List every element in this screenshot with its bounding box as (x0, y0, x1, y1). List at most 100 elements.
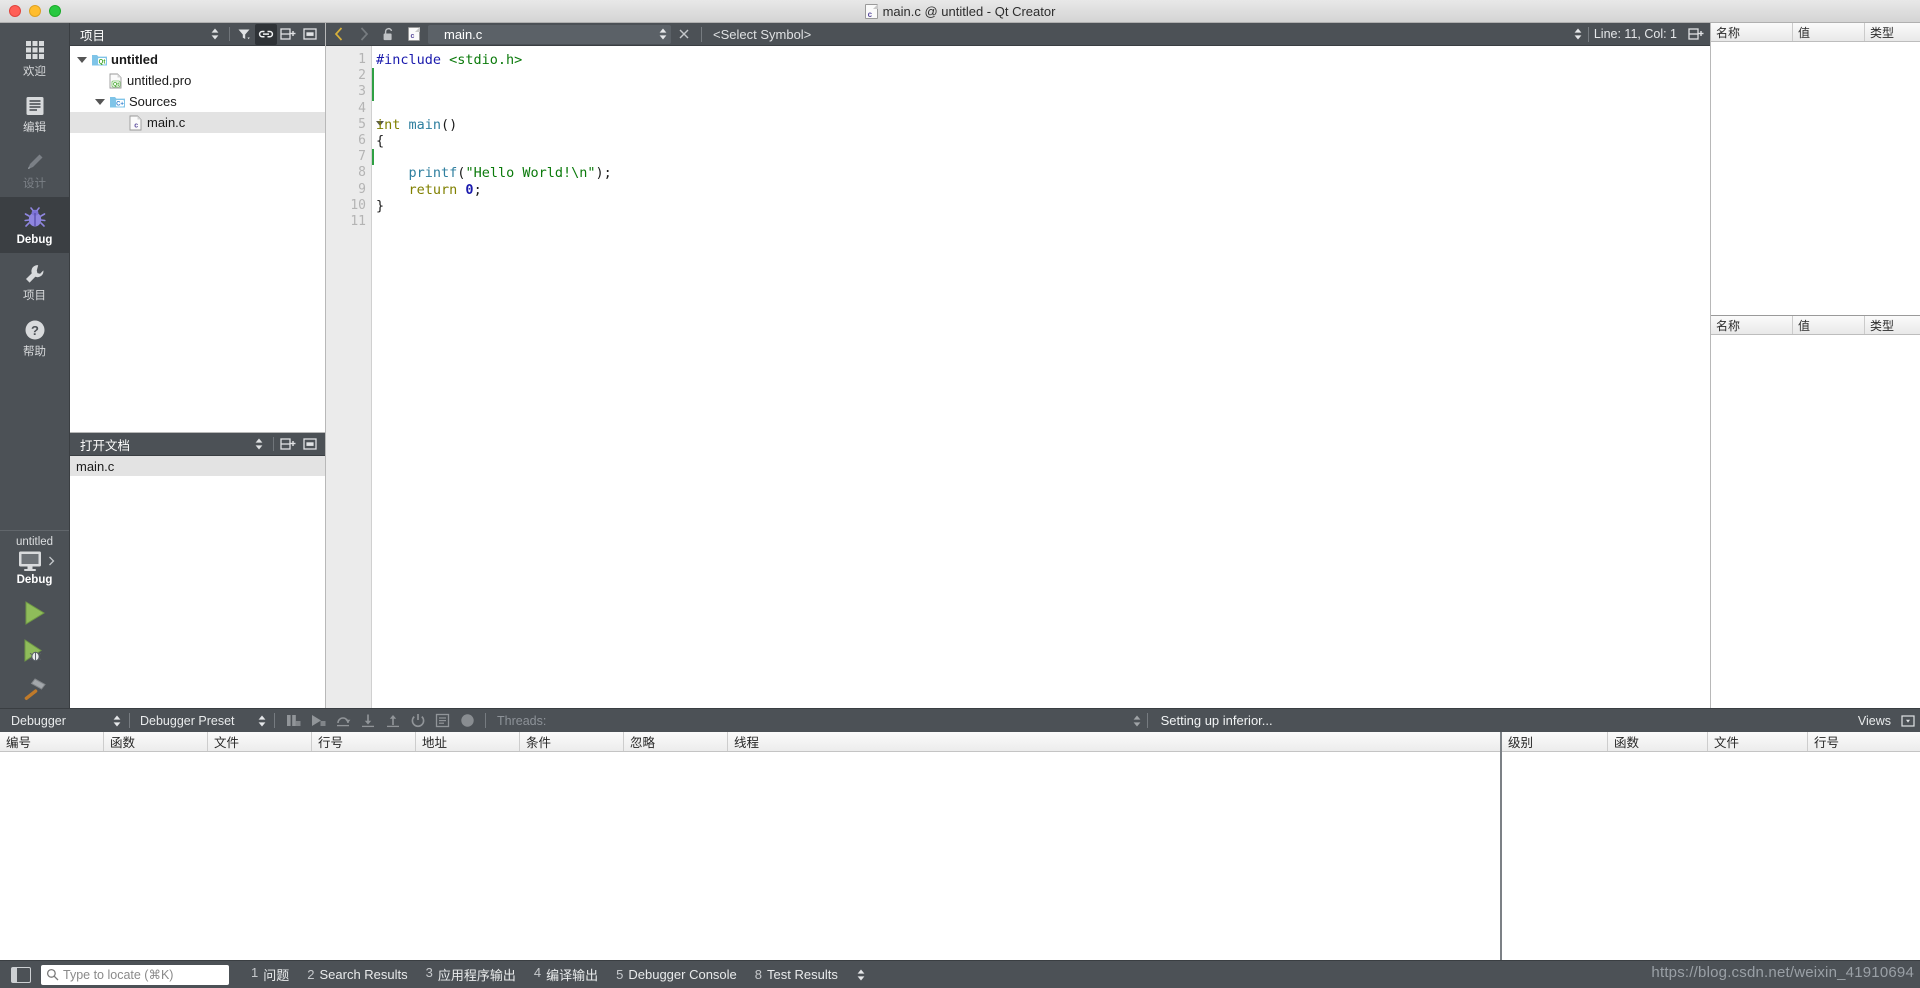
step-out-button[interactable] (380, 710, 405, 732)
open-documents-close-panel-button[interactable] (299, 434, 321, 455)
code-line[interactable]: { (376, 133, 1710, 149)
column-header-name[interactable]: 名称 (1711, 316, 1793, 334)
column-header-address[interactable]: 地址 (416, 732, 520, 751)
sync-with-editor-button[interactable] (255, 23, 277, 45)
lock-editor-button[interactable] (376, 23, 401, 45)
play-with-bug-icon (21, 638, 49, 664)
locator-input[interactable]: Type to locate (⌘K) (41, 964, 229, 985)
column-header-type[interactable]: 类型 (1865, 23, 1920, 41)
column-header-function[interactable]: 函数 (1608, 732, 1708, 751)
close-window-button[interactable] (9, 5, 21, 17)
open-document-item[interactable]: main.c (70, 456, 325, 476)
zoom-window-button[interactable] (49, 5, 61, 17)
tree-item-main-c[interactable]: c main.c (70, 112, 325, 133)
code-line[interactable] (376, 84, 1710, 100)
open-file-combo[interactable]: main.c (428, 24, 671, 44)
output-pane-more-icon[interactable] (856, 968, 866, 982)
restart-button[interactable] (405, 710, 430, 732)
cursor-position-stepper-icon[interactable] (1573, 27, 1583, 41)
output-pane-test-results[interactable]: 8 Test Results (755, 967, 838, 982)
debug-button[interactable] (0, 632, 70, 670)
column-header-value[interactable]: 值 (1793, 316, 1865, 334)
column-header-level[interactable]: 级别 (1502, 732, 1608, 751)
instruction-mode-button[interactable] (430, 710, 455, 732)
column-header-condition[interactable]: 条件 (520, 732, 624, 751)
code-line[interactable] (376, 214, 1710, 230)
watchers-table-body[interactable] (1711, 335, 1920, 708)
output-pane-compile-output[interactable]: 4 编译输出 (534, 965, 598, 984)
continue-button[interactable] (305, 710, 330, 732)
minimize-window-button[interactable] (29, 5, 41, 17)
output-pane-search-results[interactable]: 2 Search Results (307, 967, 407, 982)
mode-projects[interactable]: 项目 (0, 253, 69, 309)
interrupt-button[interactable] (280, 710, 305, 732)
column-header-thread[interactable]: 线程 (728, 732, 1500, 751)
expander-down-icon[interactable] (92, 98, 108, 105)
mode-welcome[interactable]: 欢迎 (0, 29, 69, 85)
project-close-panel-button[interactable] (299, 24, 321, 45)
step-into-button[interactable] (355, 710, 380, 732)
open-documents-list[interactable]: main.c (70, 456, 325, 708)
breakpoints-table-body[interactable] (0, 752, 1500, 960)
record-button[interactable] (455, 710, 480, 732)
column-header-value[interactable]: 值 (1793, 23, 1865, 41)
close-editor-button[interactable] (671, 23, 696, 45)
debugger-engine-combo[interactable]: Debugger (6, 712, 124, 730)
threads-combo-arrows-icon[interactable] (1132, 714, 1142, 728)
symbol-selector[interactable]: <Select Symbol> (707, 27, 811, 42)
mode-debug[interactable]: Debug (0, 197, 69, 253)
code-line[interactable] (376, 149, 1710, 165)
expander-down-icon[interactable] (74, 56, 90, 63)
navigate-back-button[interactable] (326, 23, 351, 45)
navigate-forward-button[interactable] (351, 23, 376, 45)
code-line[interactable]: printf("Hello World!\n"); (376, 165, 1710, 181)
debugger-preset-combo[interactable]: Debugger Preset (135, 712, 269, 730)
output-pane-debugger-console[interactable]: 5 Debugger Console (616, 967, 737, 982)
shortcut-number: 8 (754, 967, 763, 982)
code-line[interactable] (376, 68, 1710, 84)
toolbar-separator (1587, 26, 1589, 42)
code-line[interactable]: } (376, 198, 1710, 214)
mode-help[interactable]: ? 帮助 (0, 309, 69, 365)
tree-item-sources[interactable]: C+ Sources (70, 91, 325, 112)
project-filter-button[interactable] (233, 24, 255, 45)
views-dropdown-button[interactable] (1895, 710, 1920, 732)
output-pane-application-output[interactable]: 3 应用程序输出 (426, 965, 516, 984)
project-view-selector-button[interactable] (204, 24, 226, 45)
code-text-area[interactable]: #include <stdio.h> int main(){ printf("H… (372, 46, 1710, 708)
column-header-file[interactable]: 文件 (1708, 732, 1808, 751)
column-header-line[interactable]: 行号 (312, 732, 416, 751)
mode-edit[interactable]: 编辑 (0, 85, 69, 141)
kit-selector[interactable]: untitled Debug (0, 530, 69, 594)
code-line[interactable]: return 0; (376, 182, 1710, 198)
run-button[interactable] (0, 594, 70, 632)
column-header-function[interactable]: 函数 (104, 732, 208, 751)
build-button[interactable] (0, 670, 70, 708)
views-button[interactable]: Views (1858, 714, 1895, 728)
column-header-file[interactable]: 文件 (208, 732, 312, 751)
output-pane-issues[interactable]: 1 问题 (251, 965, 289, 984)
code-editor[interactable]: 1 2 3 4 5 6 7 8 9 10 11 #include <stdio.h> int mai… (326, 46, 1710, 708)
locals-table-body[interactable] (1711, 42, 1920, 315)
code-token: <stdio.h> (449, 52, 523, 68)
column-header-line[interactable]: 行号 (1808, 732, 1920, 751)
line-number: 6 (358, 132, 366, 148)
tree-item-untitled[interactable]: Qt untitled (70, 49, 325, 70)
split-editor-button[interactable] (1683, 23, 1708, 45)
open-documents-split-button[interactable] (277, 434, 299, 455)
column-header-name[interactable]: 名称 (1711, 23, 1793, 41)
tree-item-untitled-pro[interactable]: Qt untitled.pro (70, 70, 325, 91)
project-tree[interactable]: Qt untitled Qt untitled.pro C+ Sources c… (70, 46, 325, 432)
mode-label: Debug (16, 233, 53, 246)
code-line[interactable]: int main() (376, 117, 1710, 133)
code-line[interactable] (376, 101, 1710, 117)
project-split-button[interactable] (277, 24, 299, 45)
stack-table-body[interactable] (1502, 752, 1920, 960)
sidebar-toggle-icon[interactable] (11, 966, 31, 983)
code-line[interactable]: #include <stdio.h> (376, 52, 1710, 68)
column-header-number[interactable]: 编号 (0, 732, 104, 751)
step-over-button[interactable] (330, 710, 355, 732)
open-documents-view-selector-button[interactable] (248, 434, 270, 455)
column-header-ignore[interactable]: 忽略 (624, 732, 728, 751)
column-header-type[interactable]: 类型 (1865, 316, 1920, 334)
